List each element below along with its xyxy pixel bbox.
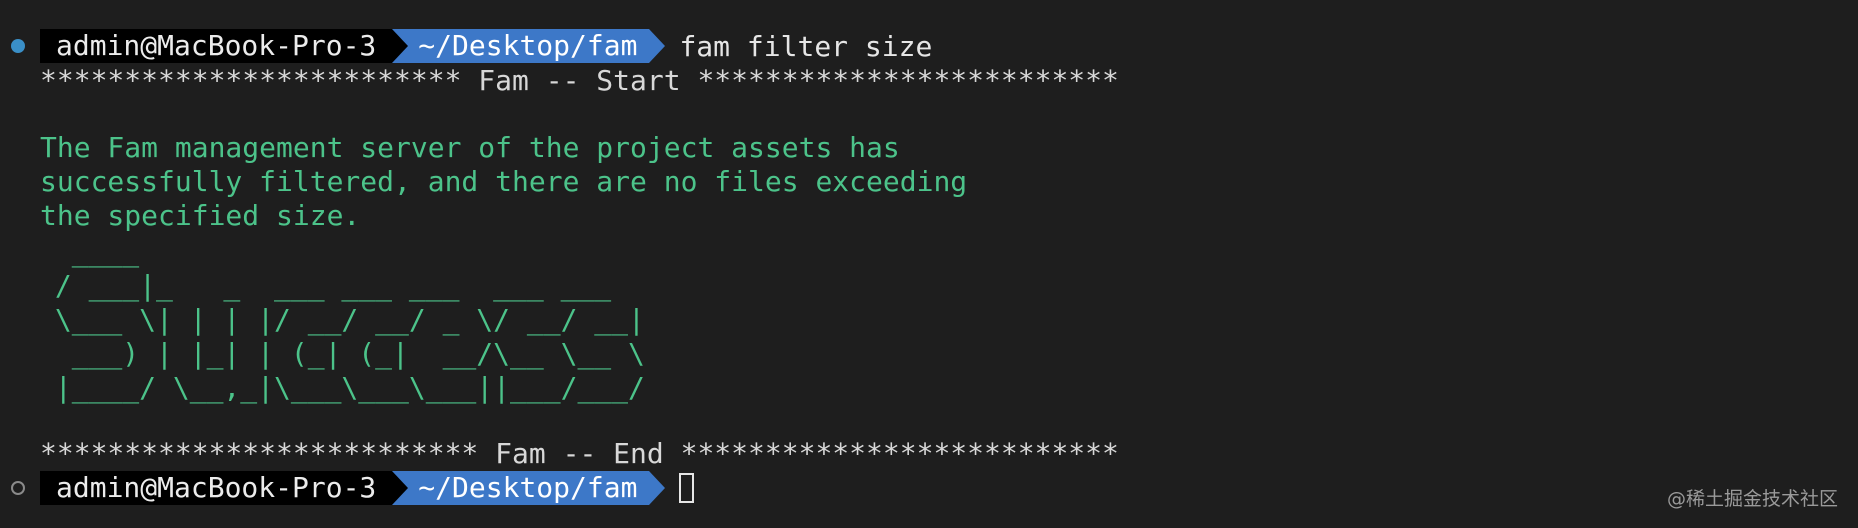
prompt-user-host-2: admin@MacBook-Pro-3 — [40, 471, 393, 505]
prompt-end-icon — [649, 29, 666, 63]
prompt-line-1: admin@MacBook-Pro-3 ~/Desktop/fam fam fi… — [0, 29, 932, 63]
prompt-separator-icon-2 — [392, 471, 409, 505]
prompt-user-host: admin@MacBook-Pro-3 — [40, 29, 393, 63]
prompt-path-2: ~/Desktop/fam — [408, 471, 650, 505]
message-line-2: successfully filtered, and there are no … — [40, 165, 968, 198]
prompt-end-icon-2 — [649, 471, 666, 505]
command-text: fam filter size — [679, 29, 933, 63]
message-line-1: The Fam management server of the project… — [40, 131, 900, 164]
prompt-line-2: admin@MacBook-Pro-3 ~/Desktop/fam — [0, 471, 695, 505]
ascii-art-line-4: ___) | |_| | (_| (_| __/\__ \__ \ — [38, 337, 645, 370]
banner-end: ************************** Fam -- End **… — [40, 437, 1119, 470]
terminal-window[interactable]: admin@MacBook-Pro-3 ~/Desktop/fam fam fi… — [0, 0, 1858, 528]
command-status-icon-pending[interactable] — [11, 481, 25, 495]
ascii-art-line-2: / ___|_ _ ___ ___ ___ ___ ___ — [38, 269, 612, 302]
prompt-path: ~/Desktop/fam — [408, 29, 650, 63]
text-cursor[interactable] — [679, 473, 695, 503]
message-line-3: the specified size. — [40, 199, 361, 232]
ascii-art-line-1: ____ — [38, 235, 140, 268]
ascii-art-line-5: |____/ \__,_|\___\___\___||___/___/ — [38, 371, 645, 404]
watermark: @稀土掘金技术社区 — [1666, 488, 1838, 510]
prompt-separator-icon — [392, 29, 409, 63]
command-status-icon[interactable] — [11, 39, 25, 53]
ascii-art-line-3: \___ \| | | |/ __/ __/ _ \/ __/ __| — [38, 303, 645, 336]
banner-start: ************************* Fam -- Start *… — [40, 64, 1119, 97]
